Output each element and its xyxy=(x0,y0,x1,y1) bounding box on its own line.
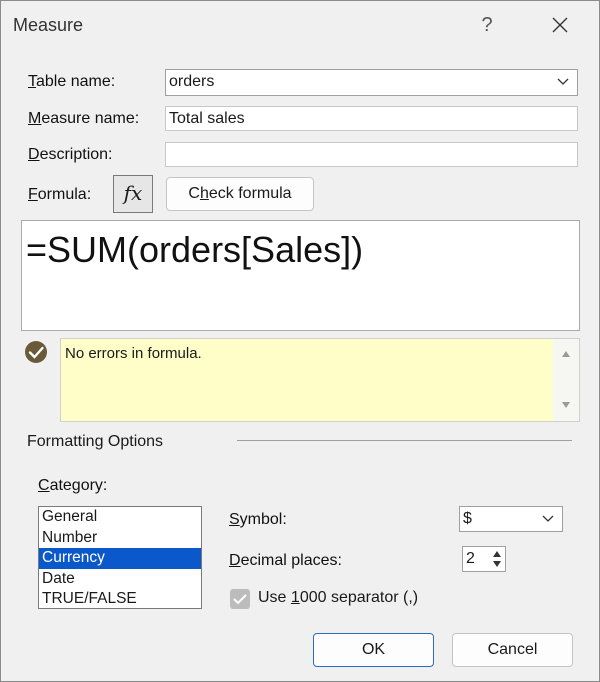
help-button[interactable]: ? xyxy=(471,9,503,41)
scroll-up-icon[interactable] xyxy=(562,351,570,357)
symbol-value: $ xyxy=(463,510,472,527)
close-icon xyxy=(552,17,568,33)
formula-label-rest: ormula: xyxy=(37,186,92,203)
table-name-label: Table name: xyxy=(28,73,116,90)
close-button[interactable] xyxy=(544,9,576,41)
cancel-button[interactable]: Cancel xyxy=(452,633,573,667)
decimal-places-label-rest: ecimal places: xyxy=(240,552,342,569)
thousand-separator-checkbox[interactable] xyxy=(230,589,250,609)
dialog-title: Measure xyxy=(13,15,84,35)
spin-up-icon[interactable] xyxy=(493,551,501,557)
formula-text: =SUM(orders[Sales]) xyxy=(26,229,364,270)
separator-label-u: 1 xyxy=(290,589,300,606)
description-label: Description: xyxy=(28,146,113,163)
symbol-label-rest: ymbol: xyxy=(239,511,287,528)
checkmark-icon xyxy=(233,594,247,605)
list-item[interactable]: Number xyxy=(39,528,201,549)
chevron-down-icon xyxy=(557,78,569,85)
list-item[interactable]: Currency xyxy=(39,548,201,569)
spin-down-icon[interactable] xyxy=(493,561,501,567)
symbol-dropdown[interactable]: $ xyxy=(459,506,563,532)
insert-function-button[interactable]: fx xyxy=(113,175,153,213)
separator-label-b: 000 separator (,) xyxy=(299,589,419,606)
measure-name-input[interactable]: Total sales xyxy=(165,106,578,131)
category-listbox[interactable]: General Number Currency Date TRUE/FALSE xyxy=(38,506,202,609)
symbol-label: Symbol: xyxy=(229,511,287,528)
cancel-label: Cancel xyxy=(487,641,538,658)
table-name-label-rest: able name: xyxy=(36,73,116,90)
formatting-options-title: Formatting Options xyxy=(27,433,164,450)
decimal-places-value: 2 xyxy=(466,550,475,567)
category-label-rest: ategory: xyxy=(49,477,108,494)
table-name-value: orders xyxy=(169,73,215,90)
fx-icon: fx xyxy=(123,181,143,205)
table-name-dropdown[interactable]: orders xyxy=(165,69,578,96)
formula-status-box: No errors in formula. xyxy=(60,338,580,422)
measure-dialog: Measure ? Table name: orders Measure nam… xyxy=(0,0,600,682)
measure-name-label-rest: easure name: xyxy=(41,110,140,127)
formula-status-text: No errors in formula. xyxy=(65,345,202,362)
description-label-rest: escription: xyxy=(39,146,113,163)
thousand-separator-label: Use 1000 separator (,) xyxy=(258,589,418,607)
stepper-buttons[interactable] xyxy=(490,548,504,570)
title-bar: Measure ? xyxy=(1,1,599,51)
decimal-places-label: Decimal places: xyxy=(229,552,342,569)
list-item[interactable]: General xyxy=(39,507,201,528)
ok-label: OK xyxy=(361,641,386,658)
ok-button[interactable]: OK xyxy=(313,633,434,667)
check-formula-label: Check formula xyxy=(188,185,292,202)
section-divider xyxy=(237,440,572,441)
formula-label: Formula: xyxy=(28,186,92,203)
description-input[interactable] xyxy=(165,142,578,167)
measure-name-label: Measure name: xyxy=(28,110,140,127)
chevron-down-icon xyxy=(542,515,554,522)
list-item[interactable]: TRUE/FALSE xyxy=(39,589,201,610)
formula-editor[interactable]: =SUM(orders[Sales]) xyxy=(21,220,580,331)
list-item[interactable]: Date xyxy=(39,569,201,590)
check-formula-button[interactable]: Check formula xyxy=(166,177,314,211)
scroll-down-icon[interactable] xyxy=(562,402,570,408)
decimal-places-stepper[interactable]: 2 xyxy=(462,546,506,572)
status-scrollbar[interactable] xyxy=(553,339,579,421)
measure-name-value: Total sales xyxy=(169,110,245,127)
check-circle-icon xyxy=(25,341,47,363)
separator-label-a: Use xyxy=(258,589,291,606)
category-label: Category: xyxy=(38,477,108,494)
